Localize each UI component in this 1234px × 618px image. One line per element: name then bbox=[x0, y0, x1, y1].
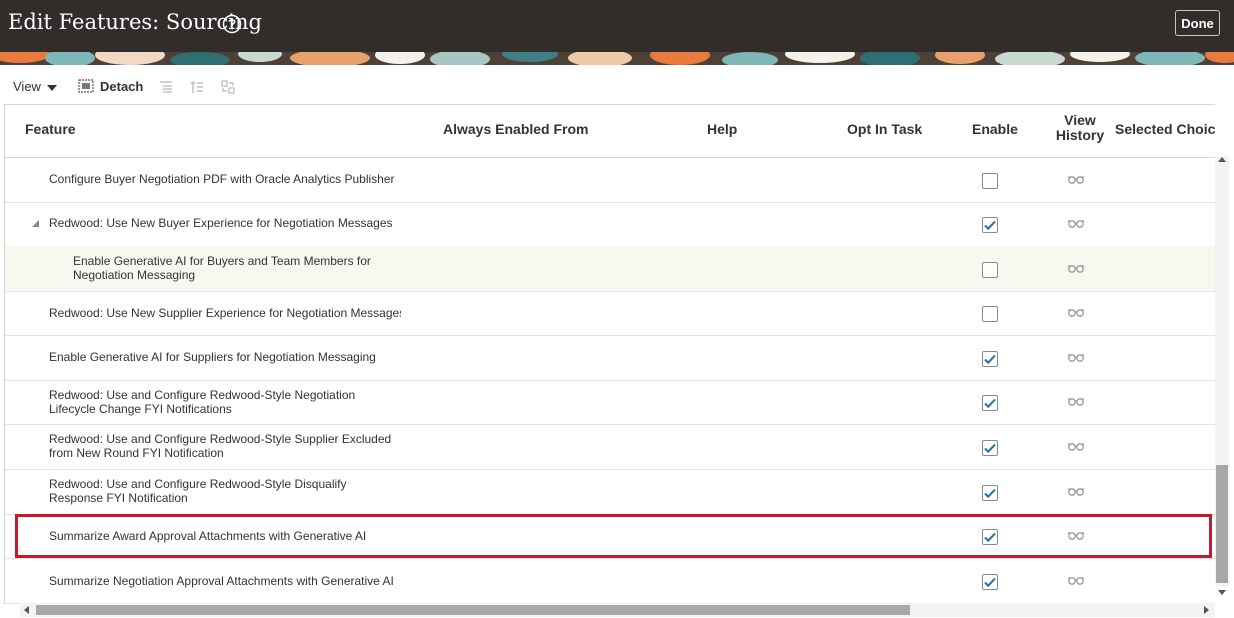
scroll-down-icon[interactable] bbox=[1218, 590, 1226, 595]
table-row[interactable]: Redwood: Use and Configure Redwood-Style… bbox=[5, 469, 1215, 515]
detach-button[interactable]: Detach bbox=[78, 78, 143, 94]
reorder-columns-icon[interactable] bbox=[220, 79, 236, 95]
glasses-icon[interactable] bbox=[1068, 576, 1084, 586]
enable-checkbox[interactable] bbox=[982, 574, 998, 590]
feature-name: Enable Generative AI for Buyers and Team… bbox=[73, 254, 371, 282]
feature-name: Redwood: Use New Supplier Experience for… bbox=[49, 306, 401, 320]
table-row[interactable]: Configure Buyer Negotiation PDF with Ora… bbox=[5, 157, 1215, 203]
detach-label: Detach bbox=[100, 78, 144, 94]
question-circle-icon[interactable] bbox=[222, 14, 242, 34]
enable-checkbox[interactable] bbox=[982, 440, 998, 456]
feature-name: Redwood: Use and Configure Redwood-Style… bbox=[49, 432, 392, 460]
scroll-up-icon[interactable] bbox=[1218, 157, 1226, 162]
enable-checkbox[interactable] bbox=[982, 351, 998, 367]
column-header-selected-choice[interactable]: Selected Choice bbox=[1115, 121, 1215, 137]
caret-down-icon bbox=[46, 84, 57, 91]
glasses-icon[interactable] bbox=[1068, 219, 1084, 229]
scroll-left-icon[interactable] bbox=[24, 606, 29, 614]
glasses-icon[interactable] bbox=[1068, 487, 1084, 497]
column-header-opt-in-task[interactable]: Opt In Task bbox=[847, 121, 922, 137]
enable-checkbox[interactable] bbox=[982, 306, 998, 322]
freeze-icon[interactable] bbox=[158, 79, 174, 95]
table-row[interactable]: Redwood: Use and Configure Redwood-Style… bbox=[5, 424, 1215, 470]
enable-checkbox[interactable] bbox=[982, 262, 998, 278]
view-menu[interactable]: View bbox=[13, 79, 57, 94]
table-row[interactable]: Enable Generative AI for Buyers and Team… bbox=[5, 246, 1215, 292]
done-button[interactable]: Done bbox=[1175, 10, 1220, 36]
enable-checkbox[interactable] bbox=[982, 395, 998, 411]
column-header-enable[interactable]: Enable bbox=[972, 121, 1018, 137]
feature-name: Redwood: Use and Configure Redwood-Style… bbox=[49, 477, 347, 505]
highlight-box bbox=[15, 514, 1212, 558]
expand-triangle-icon[interactable] bbox=[32, 220, 39, 227]
horizontal-scroll-thumb[interactable] bbox=[36, 605, 910, 615]
column-header-help[interactable]: Help bbox=[707, 121, 737, 137]
scroll-right-icon[interactable] bbox=[1204, 606, 1209, 614]
glasses-icon[interactable] bbox=[1068, 264, 1084, 274]
table-header: Feature Always Enabled From Help Opt In … bbox=[5, 105, 1215, 158]
column-header-feature[interactable]: Feature bbox=[25, 121, 76, 137]
feature-name: Redwood: Use New Buyer Experience for Ne… bbox=[49, 216, 393, 230]
glasses-icon[interactable] bbox=[1068, 353, 1084, 363]
table-row[interactable]: Summarize Negotiation Approval Attachmen… bbox=[5, 558, 1215, 604]
glasses-icon[interactable] bbox=[1068, 175, 1084, 185]
page-header: Edit Features: Sourcing Done bbox=[0, 0, 1234, 52]
vertical-scroll-thumb[interactable] bbox=[1216, 465, 1228, 583]
table-row[interactable]: Redwood: Use New Supplier Experience for… bbox=[5, 291, 1215, 336]
column-header-always-enabled-from[interactable]: Always Enabled From bbox=[443, 121, 588, 137]
detach-icon bbox=[78, 79, 94, 93]
feature-name: Enable Generative AI for Suppliers for N… bbox=[49, 350, 376, 364]
enable-checkbox[interactable] bbox=[982, 217, 998, 233]
enable-checkbox[interactable] bbox=[982, 485, 998, 501]
table-toolbar: View Detach bbox=[0, 65, 1234, 105]
enable-checkbox[interactable] bbox=[982, 173, 998, 189]
feature-name: Redwood: Use and Configure Redwood-Style… bbox=[49, 388, 356, 416]
decorative-banner bbox=[0, 52, 1234, 65]
view-menu-label: View bbox=[13, 79, 41, 94]
feature-name: Summarize Negotiation Approval Attachmen… bbox=[49, 574, 394, 588]
table-row[interactable]: Redwood: Use New Buyer Experience for Ne… bbox=[5, 202, 1215, 247]
glasses-icon[interactable] bbox=[1068, 308, 1084, 318]
glasses-icon[interactable] bbox=[1068, 442, 1084, 452]
wrap-icon[interactable] bbox=[189, 79, 205, 95]
column-header-view-history[interactable]: View History bbox=[1055, 113, 1105, 143]
table-row[interactable]: Redwood: Use and Configure Redwood-Style… bbox=[5, 380, 1215, 425]
table-row[interactable]: Enable Generative AI for Suppliers for N… bbox=[5, 335, 1215, 381]
glasses-icon[interactable] bbox=[1068, 397, 1084, 407]
feature-name: Configure Buyer Negotiation PDF with Ora… bbox=[49, 172, 395, 186]
